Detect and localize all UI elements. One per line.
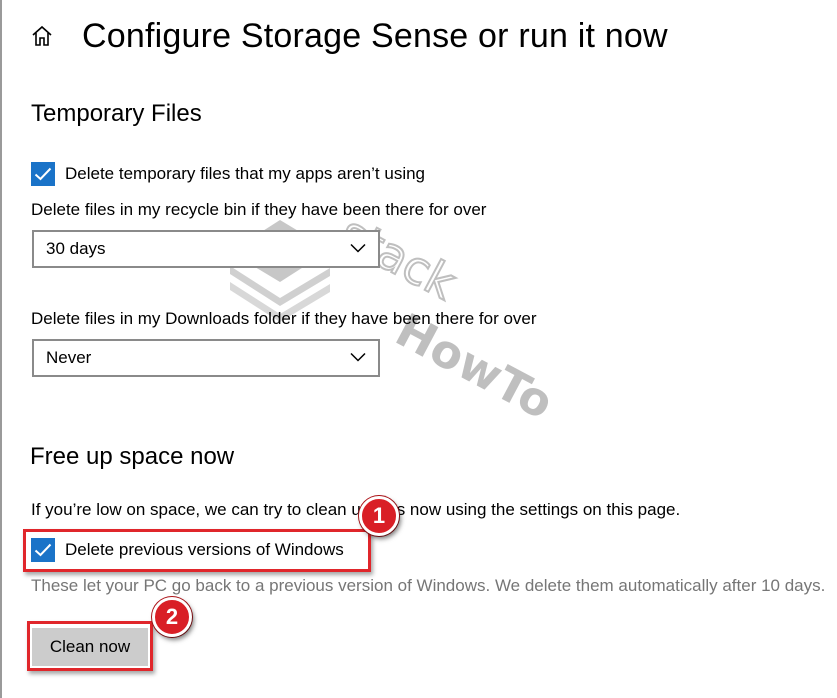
checkmark-icon [34,167,52,181]
window-left-edge [0,0,2,698]
clean-now-button[interactable]: Clean now [32,628,148,666]
section-title-free-up-space: Free up space now [30,443,235,470]
downloads-dropdown[interactable]: Never [32,339,380,377]
checkmark-icon [34,543,52,557]
recycle-bin-dropdown[interactable]: 30 days [32,230,380,268]
home-icon[interactable] [30,24,54,48]
delete-temp-files-label: Delete temporary files that my apps aren… [65,164,426,183]
downloads-label: Delete files in my Downloads folder if t… [31,309,537,328]
downloads-selected-value: Never [46,348,92,367]
delete-previous-windows-checkbox[interactable] [31,538,55,562]
recycle-bin-selected-value: 30 days [46,239,106,258]
chevron-down-icon [350,240,366,258]
delete-temp-files-checkbox[interactable] [31,162,55,186]
delete-previous-windows-checkbox-row[interactable]: Delete previous versions of Windows [31,537,344,563]
delete-previous-windows-label: Delete previous versions of Windows [65,540,344,559]
delete-temp-files-checkbox-row[interactable]: Delete temporary files that my apps aren… [31,161,425,187]
chevron-down-icon [350,349,366,367]
previous-windows-hint: These let your PC go back to a previous … [31,576,826,595]
annotation-marker-2: 2 [152,597,192,637]
page-header: Configure Storage Sense or run it now [30,12,668,60]
free-up-description: If you’re low on space, we can try to cl… [31,500,681,519]
annotation-marker-1: 1 [359,496,399,536]
settings-page: Configure Storage Sense or run it now st… [0,0,837,698]
recycle-bin-label: Delete files in my recycle bin if they h… [31,200,487,219]
page-title: Configure Storage Sense or run it now [82,16,668,55]
section-title-temporary-files: Temporary Files [31,100,202,127]
